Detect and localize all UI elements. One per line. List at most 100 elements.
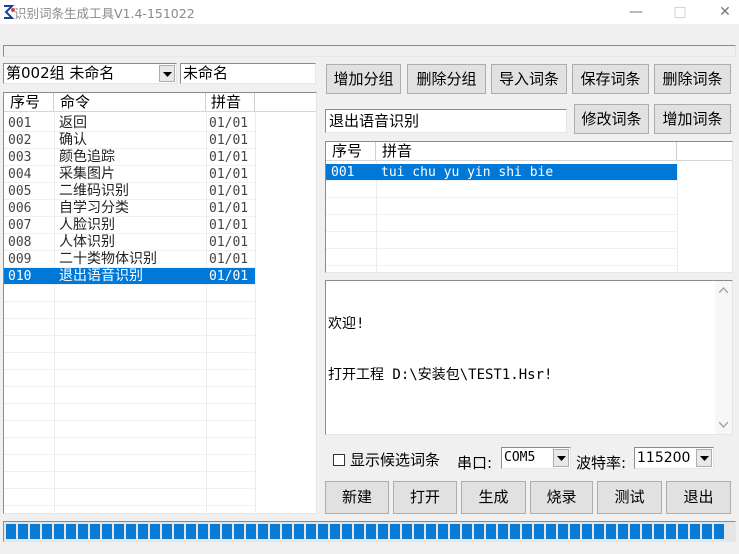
row-pinyin: 01/01	[209, 116, 249, 131]
row-index: 001	[8, 116, 32, 131]
table-row[interactable]: 001 返回 01/01	[4, 115, 255, 132]
row-index: 002	[8, 133, 32, 148]
progress-segment	[486, 524, 496, 539]
progress-segment	[570, 524, 580, 539]
open-button[interactable]: 打开	[393, 481, 457, 514]
progress-segment	[210, 524, 220, 539]
table-row[interactable]: 006 自学习分类 01/01	[4, 200, 255, 217]
baud-select[interactable]: 115200	[634, 447, 714, 469]
table-row[interactable]: 010 退出语音识别 01/01	[4, 268, 255, 285]
top-status-bar	[3, 45, 736, 57]
progress-segment	[150, 524, 160, 539]
progress-segment	[90, 524, 100, 539]
row-pinyin: 01/01	[209, 235, 249, 250]
table-row[interactable]: 008 人体识别 01/01	[4, 234, 255, 251]
group-name-value: 未命名	[183, 64, 229, 82]
row-index: 005	[8, 184, 32, 199]
row-pinyin: 01/01	[209, 184, 249, 199]
add-group-button[interactable]: 增加分组	[326, 64, 401, 94]
baud-dropdown-button[interactable]	[696, 449, 712, 467]
pinyin-list[interactable]: 序号 拼音 001 tui chu yu yin shi bie	[325, 141, 733, 273]
maximize-button[interactable]: □	[662, 2, 698, 22]
progress-segment	[438, 524, 448, 539]
save-entries-button[interactable]: 保存词条	[572, 64, 649, 94]
progress-segment	[690, 524, 700, 539]
log-scrollbar[interactable]	[715, 281, 732, 434]
progress-segment	[714, 524, 724, 539]
table-row[interactable]: 004 采集图片 01/01	[4, 166, 255, 183]
progress-segment	[402, 524, 412, 539]
row-command: 确认	[59, 132, 87, 148]
col-header-pinyin[interactable]: 拼音	[211, 93, 241, 111]
scroll-down-icon[interactable]	[719, 422, 728, 428]
show-candidates-checkbox[interactable]	[333, 454, 345, 466]
group-dropdown-button[interactable]	[159, 65, 175, 82]
command-list[interactable]: 序号 命令 拼音 001 返回 01/01 002 确认 01/01 003 颜色追踪 01/0…	[3, 92, 317, 514]
progress-segment	[234, 524, 244, 539]
progress-segment	[618, 524, 628, 539]
progress-segment	[66, 524, 76, 539]
progress-segment	[198, 524, 208, 539]
delete-entry-button[interactable]: 删除词条	[654, 64, 731, 94]
progress-segment	[258, 524, 268, 539]
delete-group-button[interactable]: 删除分组	[407, 64, 486, 94]
scroll-up-icon[interactable]	[719, 287, 728, 293]
progress-segment	[474, 524, 484, 539]
command-list-header: 序号 命令 拼音	[4, 93, 316, 112]
table-row[interactable]: 003 颜色追踪 01/01	[4, 149, 255, 166]
show-candidates-label: 显示候选词条	[350, 451, 441, 469]
row-index: 006	[8, 201, 32, 216]
minimize-button[interactable]: —	[618, 2, 654, 22]
group-select[interactable]: 第002组 未命名	[3, 63, 177, 84]
port-select[interactable]: COM5	[501, 447, 571, 469]
progress-segment	[366, 524, 376, 539]
progress-segment	[246, 524, 256, 539]
pinyin-col-header-index[interactable]: 序号	[332, 142, 362, 160]
table-row[interactable]: 009 二十类物体识别 01/01	[4, 251, 255, 268]
progress-segment	[498, 524, 508, 539]
progress-segment	[270, 524, 280, 539]
progress-segment	[594, 524, 604, 539]
table-row[interactable]: 005 二维码识别 01/01	[4, 183, 255, 200]
progress-segment	[378, 524, 388, 539]
row-pinyin: 01/01	[209, 269, 249, 284]
table-row[interactable]: 007 人脸识别 01/01	[4, 217, 255, 234]
progress-segment	[510, 524, 520, 539]
close-button[interactable]: ✕	[707, 2, 739, 22]
row-index: 004	[8, 167, 32, 182]
row-command: 采集图片	[59, 166, 115, 182]
port-dropdown-button[interactable]	[553, 449, 569, 467]
baud-select-value: 115200	[637, 450, 691, 466]
row-command: 返回	[59, 115, 87, 131]
progress-segment	[318, 524, 328, 539]
exit-button[interactable]: 退出	[666, 481, 731, 514]
table-row[interactable]: 002 确认 01/01	[4, 132, 255, 149]
add-entry-button[interactable]: 增加词条	[654, 104, 731, 134]
port-label: 串口:	[457, 454, 493, 472]
progress-segment	[186, 524, 196, 539]
new-button[interactable]: 新建	[325, 481, 389, 514]
progress-segment	[522, 524, 532, 539]
entry-input[interactable]: 退出语音识别	[325, 109, 567, 133]
progress-segment	[414, 524, 424, 539]
pinyin-row[interactable]: 001 tui chu yu yin shi bie	[326, 164, 677, 181]
progress-segment	[222, 524, 232, 539]
row-pinyin: 01/01	[209, 167, 249, 182]
log-text: 欢迎! 打开工程 D:\安装包\TEST1.Hsr!	[328, 282, 552, 418]
import-entries-button[interactable]: 导入词条	[491, 64, 567, 94]
progress-segment	[342, 524, 352, 539]
group-name-input[interactable]: 未命名	[180, 63, 316, 84]
progress-segment	[606, 524, 616, 539]
test-button[interactable]: 测试	[597, 481, 662, 514]
col-header-command[interactable]: 命令	[60, 93, 90, 111]
log-area[interactable]: 欢迎! 打开工程 D:\安装包\TEST1.Hsr!	[325, 280, 733, 435]
progress-segment	[18, 524, 28, 539]
generate-button[interactable]: 生成	[461, 481, 526, 514]
progress-segment	[6, 524, 16, 539]
burn-button[interactable]: 烧录	[530, 481, 593, 514]
pinyin-col-header-pinyin[interactable]: 拼音	[382, 142, 412, 160]
group-select-value: 第002组 未命名	[6, 64, 115, 82]
modify-entry-button[interactable]: 修改词条	[574, 104, 649, 134]
col-header-index[interactable]: 序号	[10, 93, 40, 111]
row-index: 007	[8, 218, 32, 233]
